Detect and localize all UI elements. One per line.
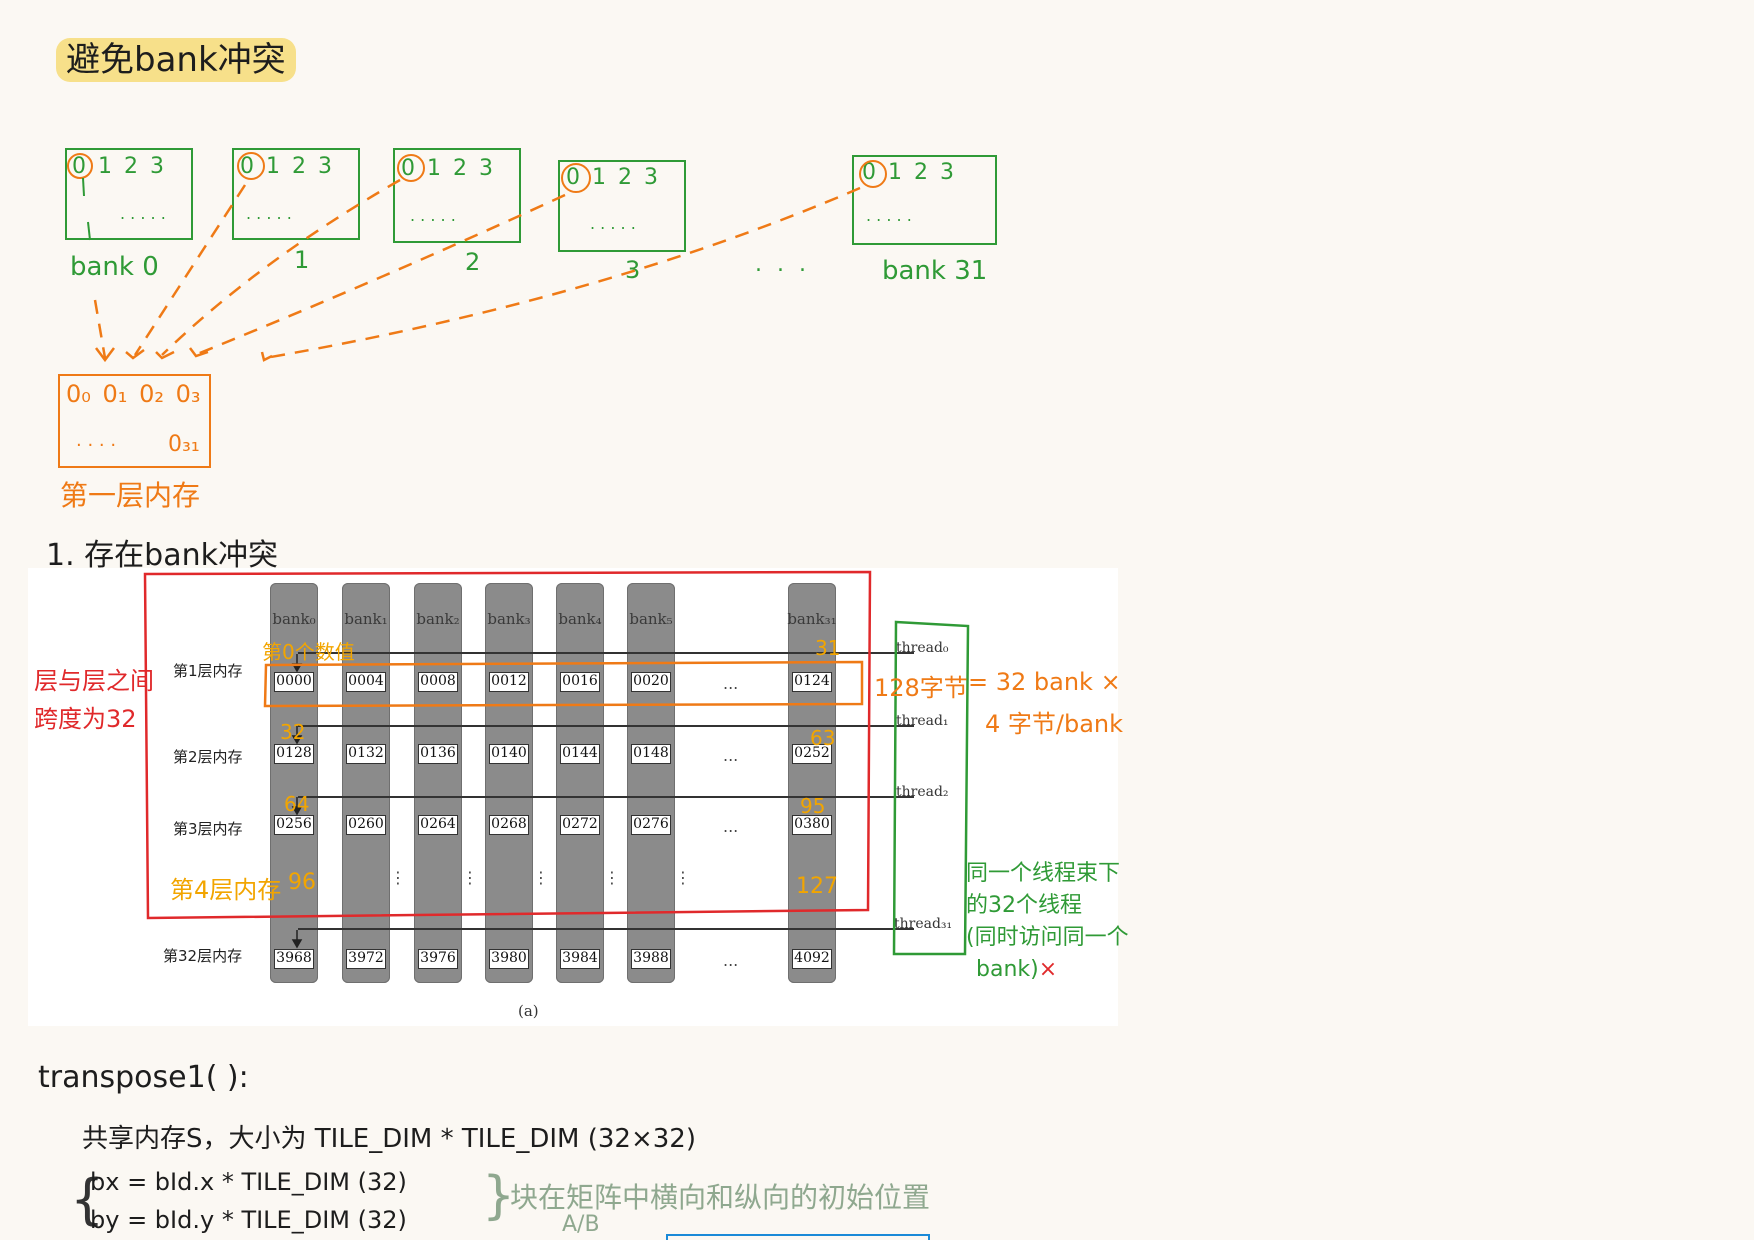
index-64: 64: [284, 792, 310, 816]
equation-line-2: 4 字节/bank: [985, 710, 1124, 738]
shared-memory-line: 共享内存S，大小为 TILE_DIM * TILE_DIM (32×32): [82, 1124, 696, 1154]
index-31: 31: [815, 636, 841, 660]
by-line: by = bId.y * TILE_DIM (32): [90, 1206, 407, 1234]
position-note: 块在矩阵中横向和纵向的初始位置: [510, 1181, 931, 1214]
stride-note: 层与层之间 跨度为32: [34, 667, 154, 733]
index-32: 32: [280, 720, 306, 744]
note-page: { "heading": "避免bank冲突", "banks_diagram"…: [0, 0, 1754, 1240]
box-edge: [666, 1234, 930, 1240]
index-127: 127: [796, 874, 838, 899]
index-95: 95: [800, 794, 826, 818]
conflict-mark: ×: [1038, 957, 1058, 982]
function-name: transpose1( ):: [38, 1060, 249, 1095]
index-96: 96: [288, 870, 316, 895]
bytes-note: 128字节: [874, 674, 968, 702]
first-value-note: 第0个数值: [262, 640, 355, 664]
index-63: 63: [810, 726, 836, 750]
equation-line-1: = 32 bank ×: [968, 668, 1121, 696]
position-note-sub: A/B: [562, 1212, 600, 1237]
layer4-note: 第4层内存: [170, 876, 282, 904]
warp-note: 同一个线程束下 的32个线程 (同时访问同一个 bank)×: [966, 861, 1129, 982]
bx-line: bx = bId.x * TILE_DIM (32): [90, 1168, 407, 1196]
annotation-strokes: [143, 570, 970, 956]
